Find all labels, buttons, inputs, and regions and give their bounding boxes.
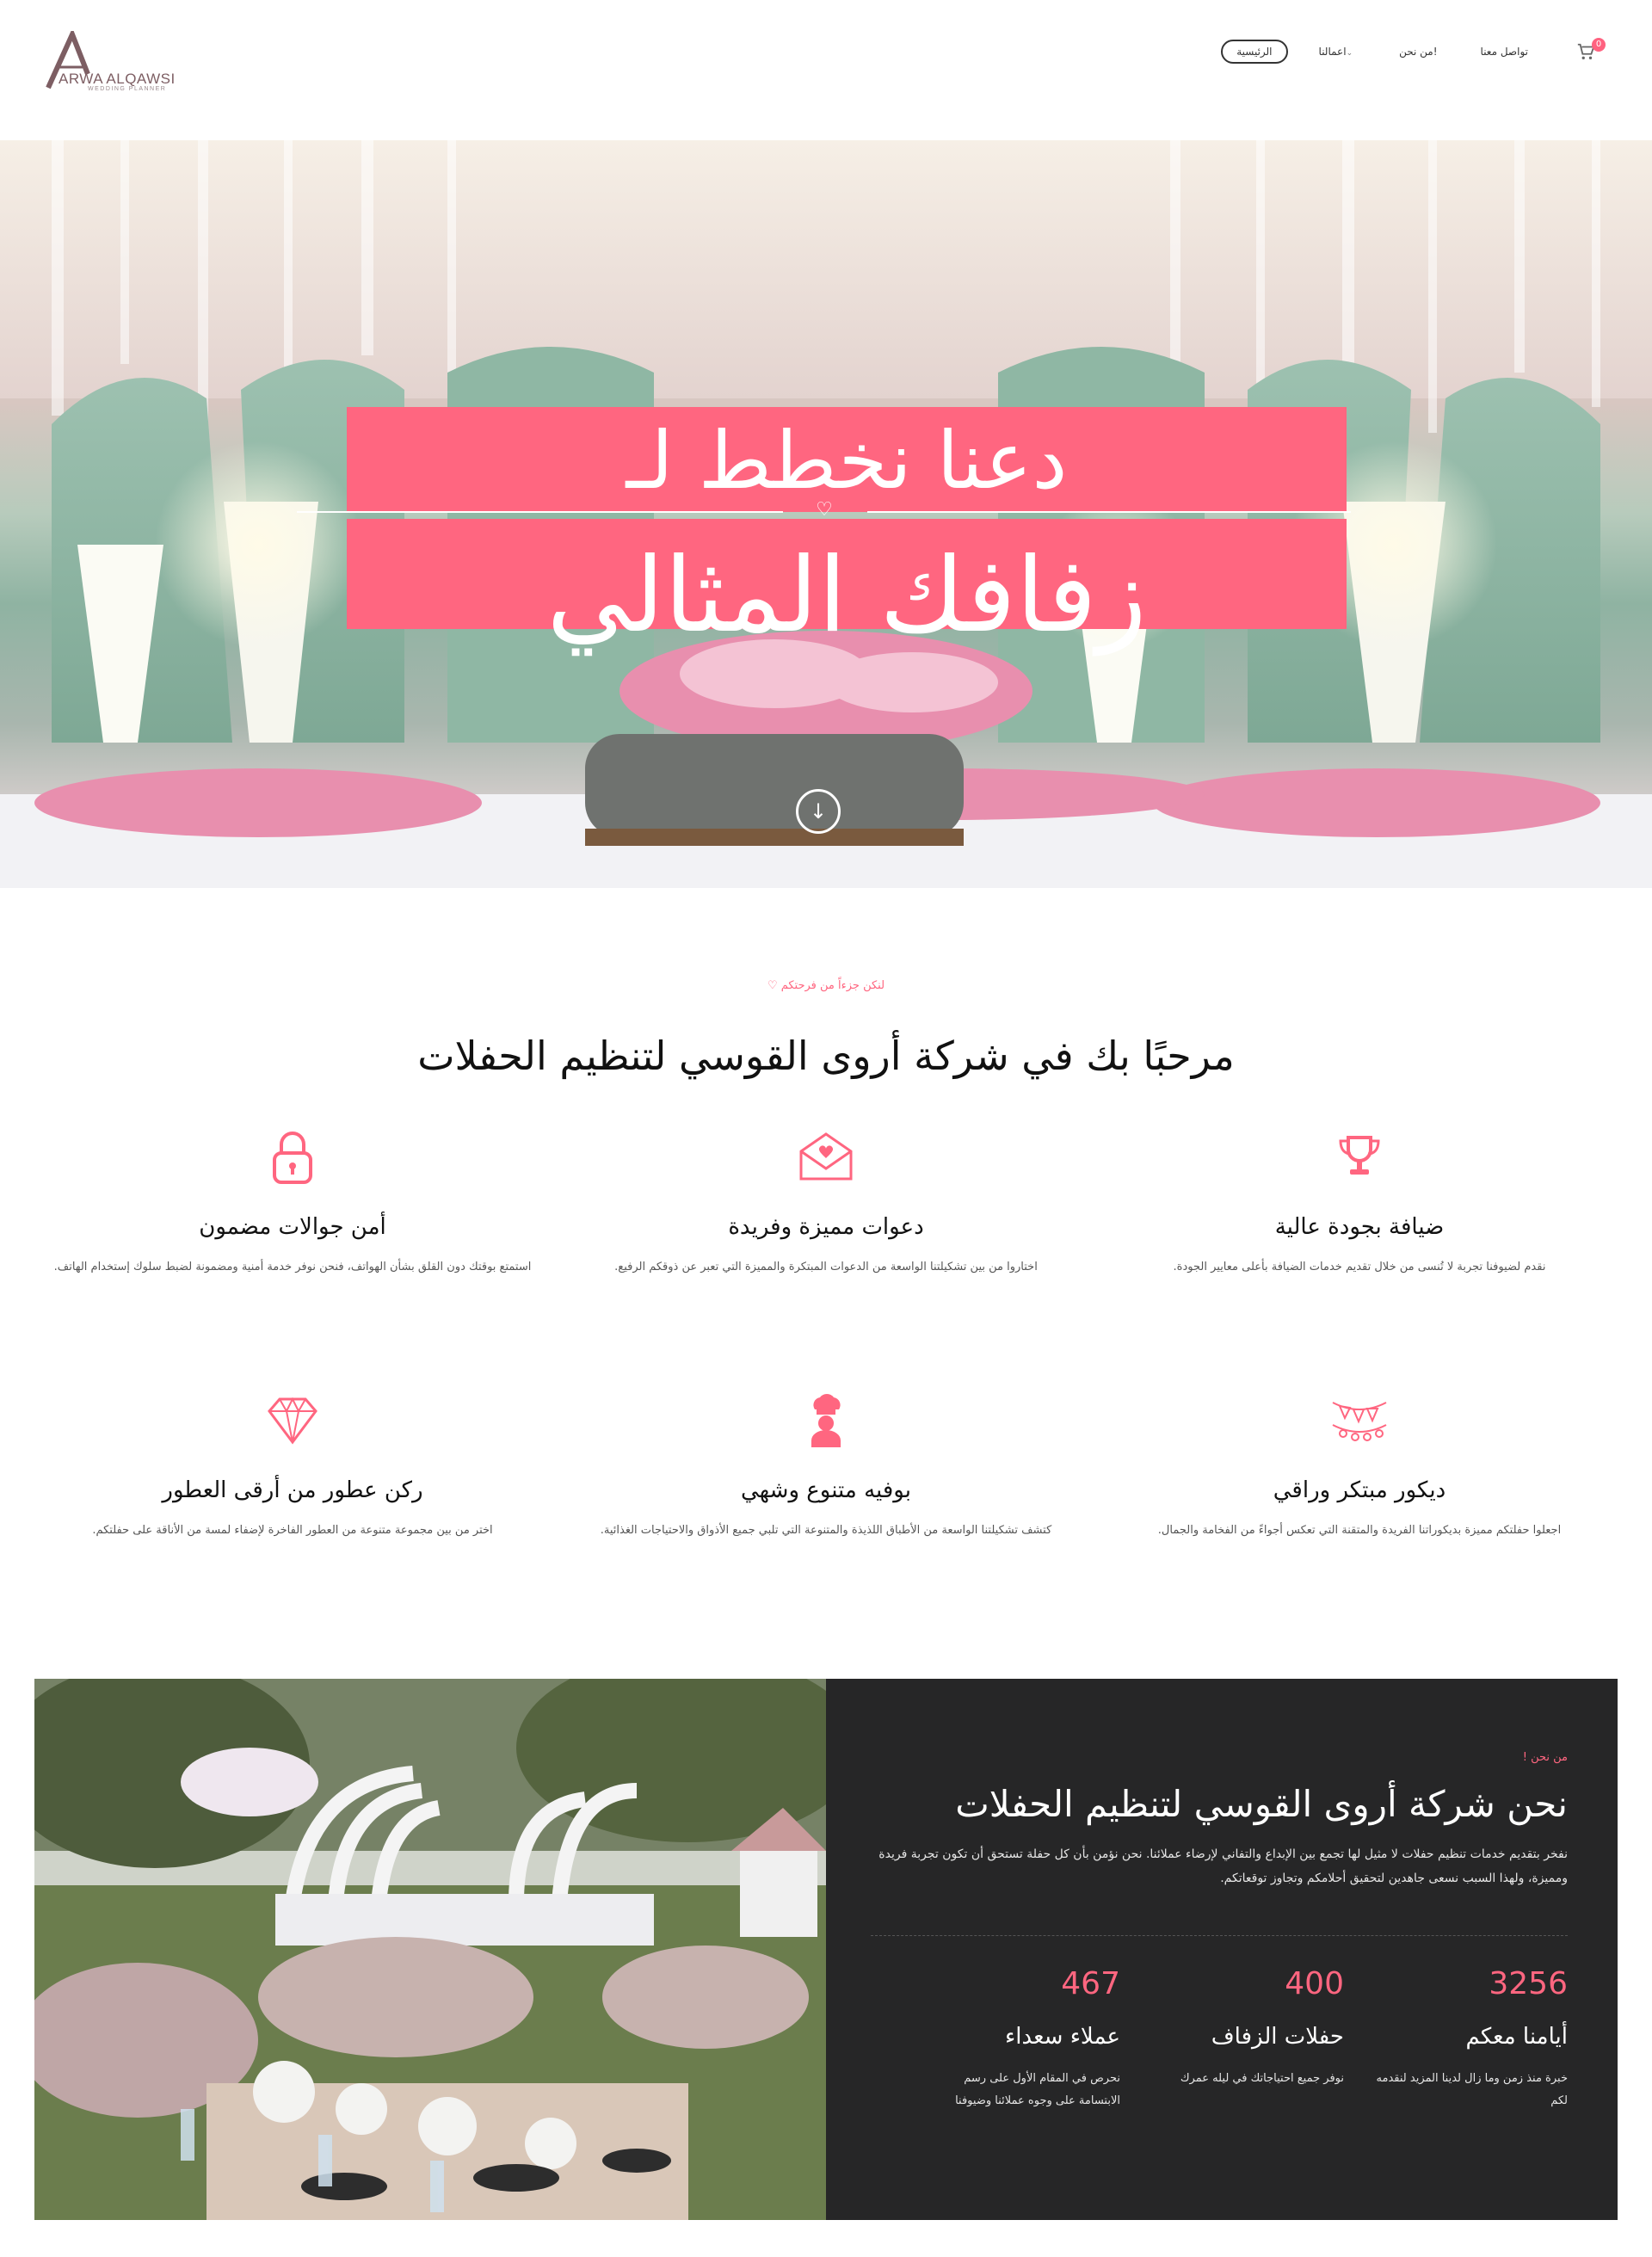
feature-card-hospitality: ضيافة بجودة عالية نقدم لضيوفنا تجربة لا … xyxy=(1101,1127,1618,1279)
main-nav: 0 تواصل معنا من نحن! اعمالنا⌄ الرئيسية xyxy=(1202,38,1606,65)
hero-divider-left xyxy=(297,511,783,513)
features-title: مرحبًا بك في شركة أروى القوسي لتنظيم الح… xyxy=(417,1033,1235,1079)
nav-works-label: اعمالنا xyxy=(1318,46,1347,58)
hero-headline-line2: زفافك المثالي xyxy=(546,536,1147,656)
feature-desc: اختاروا من بين تشكيلتنا الواسعة من الدعو… xyxy=(614,1261,1038,1273)
stat-clients: 467 عملاء سعداء نحرص في المقام الأول على… xyxy=(922,1963,1120,2112)
feature-card-invitations: دعوات مميزة وفريدة اختاروا من بين تشكيلت… xyxy=(568,1127,1084,1279)
about-description: نفخر بتقديم خدمات تنظيم حفلات لا مثيل له… xyxy=(878,1847,1568,1885)
cart-count-badge: 0 xyxy=(1592,38,1606,52)
feature-desc: نقدم لضيوفنا تجربة لا تُنسى من خلال تقدي… xyxy=(1173,1261,1546,1273)
stat-days: 3256 أيامنا معكم خبرة منذ زمن وما زال لد… xyxy=(1370,1963,1568,2112)
logo-text: ARWA ALQAWSI xyxy=(59,71,176,87)
venue-photo xyxy=(34,1679,826,2220)
chevron-down-icon: ⌄ xyxy=(1346,49,1353,58)
feature-card-buffet: بوفيه متنوع وشهي كتشف تشكيلتنا الواسعة م… xyxy=(568,1391,1084,1542)
feature-desc: كتشف تشكيلتنا الواسعة من الأطباق اللذيذة… xyxy=(600,1524,1052,1537)
feature-title: ركن عطور من أرقى العطور xyxy=(162,1477,423,1503)
cart-button[interactable]: 0 xyxy=(1576,38,1606,65)
about-eyebrow: من نحن ! xyxy=(1522,1751,1568,1764)
hero-divider-right xyxy=(867,511,1351,513)
hero-section: ♡ دعنا نخطط لـ زفافك المثالي ↓ xyxy=(0,140,1652,888)
chef-icon xyxy=(796,1391,856,1451)
feature-title: ضيافة بجودة عالية xyxy=(1274,1214,1445,1240)
stat-label: حفلات الزفاف xyxy=(1211,2024,1344,2050)
feature-card-decor: ديكور مبتكر وراقي اجعلوا حفلتكم مميزة بد… xyxy=(1101,1391,1618,1542)
trophy-icon xyxy=(1329,1127,1390,1187)
stat-label: أيامنا معكم xyxy=(1465,2024,1568,2050)
feature-card-phone-security: أمن جوالات مضمون استمتع بوقتك دون القلق … xyxy=(34,1127,551,1279)
stat-weddings: 400 حفلات الزفاف نوفر جميع احتياجاتك في … xyxy=(1146,1963,1344,2090)
about-section: من نحن ! نحن شركة أروى القوسي لتنظيم الح… xyxy=(34,1679,1618,2220)
feature-card-perfume: ركن عطور من أرقى العطور اختر من بين مجمو… xyxy=(34,1391,551,1542)
nav-works[interactable]: اعمالنا⌄ xyxy=(1307,40,1369,63)
diamond-icon xyxy=(262,1391,323,1451)
features-grid: ضيافة بجودة عالية نقدم لضيوفنا تجربة لا … xyxy=(34,1127,1618,1600)
arrow-down-icon: ↓ xyxy=(809,799,828,823)
bunting-icon xyxy=(1329,1391,1390,1451)
stat-number: 400 xyxy=(1285,1966,1344,2001)
stat-label: عملاء سعداء xyxy=(1005,2024,1120,2050)
features-eyebrow: لنكن جزءاً من فرحتكم ♡ xyxy=(767,979,885,992)
lock-icon xyxy=(262,1127,323,1187)
about-title: نحن شركة أروى القوسي لتنظيم الحفلات xyxy=(955,1783,1568,1825)
stat-desc: نوفر جميع احتياجاتك في ليله عمرك xyxy=(1180,2072,1344,2085)
stat-desc: خبرة منذ زمن وما زال لدينا المزيد لنقدمه… xyxy=(1376,2072,1568,2107)
scroll-down-button[interactable]: ↓ xyxy=(796,789,841,834)
stat-desc: نحرص في المقام الأول على رسم الابتسامة ع… xyxy=(955,2072,1120,2107)
nav-about[interactable]: من نحن! xyxy=(1387,40,1449,63)
nav-contact[interactable]: تواصل معنا xyxy=(1469,40,1540,63)
about-panel: من نحن ! نحن شركة أروى القوسي لتنظيم الح… xyxy=(826,1679,1618,2220)
feature-desc: اجعلوا حفلتكم مميزة بديكوراتنا الفريدة و… xyxy=(1157,1524,1562,1537)
feature-title: ديكور مبتكر وراقي xyxy=(1273,1477,1446,1503)
feature-title: دعوات مميزة وفريدة xyxy=(728,1214,924,1240)
stat-number: 3256 xyxy=(1489,1966,1568,2001)
site-header: ARWA ALQAWSI WEDDING PLANNER 0 تواصل معن… xyxy=(0,0,1652,140)
feature-title: أمن جوالات مضمون xyxy=(199,1214,386,1240)
logo[interactable]: ARWA ALQAWSI WEDDING PLANNER xyxy=(43,31,181,100)
cart-icon xyxy=(1576,43,1595,65)
feature-title: بوفيه متنوع وشهي xyxy=(741,1477,911,1503)
nav-home[interactable]: الرئيسية xyxy=(1221,40,1288,64)
logo-subtitle: WEDDING PLANNER xyxy=(88,86,167,92)
feature-desc: اختر من بين مجموعة متنوعة من العطور الفا… xyxy=(92,1524,493,1537)
about-divider xyxy=(871,1935,1568,1936)
envelope-heart-icon xyxy=(796,1127,856,1187)
hero-headline-line1: دعنا نخطط لـ xyxy=(626,415,1068,507)
feature-desc: استمتع بوقتك دون القلق بشأن الهواتف، فنح… xyxy=(53,1261,532,1273)
stat-number: 467 xyxy=(1061,1966,1120,2001)
